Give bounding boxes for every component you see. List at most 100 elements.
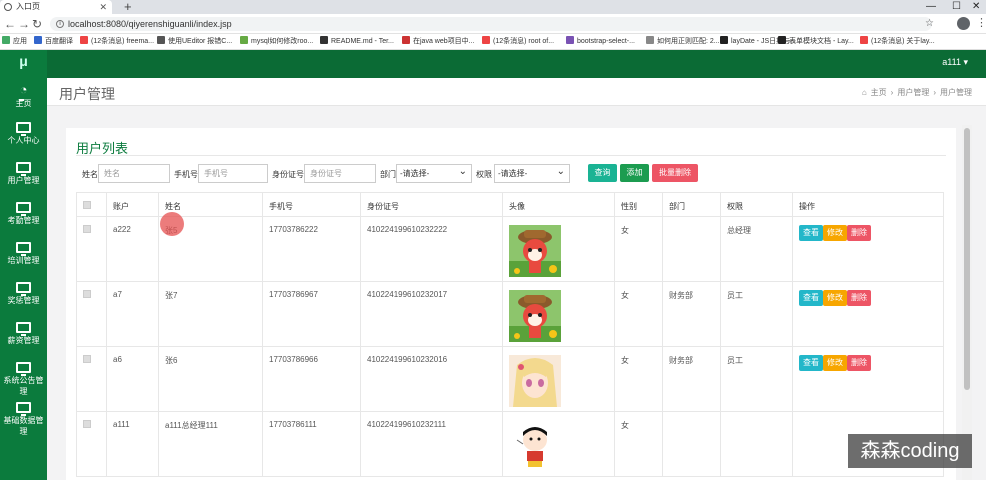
select-all-checkbox[interactable] xyxy=(83,201,91,209)
cell-idcard: 410224199610232111 xyxy=(367,420,446,429)
anime-girl-avatar xyxy=(509,355,561,407)
cell-name: 张7 xyxy=(165,291,178,300)
row-checkbox[interactable] xyxy=(83,355,91,363)
home-icon: ⌂ xyxy=(861,88,867,97)
sidebar-item[interactable]: 用户管理 xyxy=(0,162,47,186)
edit-button[interactable]: 修改 xyxy=(823,355,847,371)
batch-delete-button[interactable]: 批量删除 xyxy=(652,164,698,182)
bookmark-star-icon[interactable]: ☆ xyxy=(925,17,934,31)
bookmark-icon xyxy=(157,36,165,44)
row-actions: 查看 修改 删除 xyxy=(799,290,937,306)
table-cell: 张7 xyxy=(158,281,263,347)
bookmark-item[interactable]: README.md - Ter... xyxy=(320,34,394,49)
minimize-icon[interactable]: — xyxy=(926,0,936,14)
back-icon[interactable]: ← xyxy=(4,17,16,31)
delete-button[interactable]: 删除 xyxy=(847,355,871,371)
cell-phone: 17703786222 xyxy=(269,225,318,234)
bookmark-label: README.md - Ter... xyxy=(331,38,394,45)
cartoon-boy-avatar xyxy=(509,420,561,472)
phone-search-input[interactable]: 手机号 xyxy=(198,164,268,183)
table-cell: 410224199610232111 xyxy=(360,411,503,477)
bookmark-item[interactable]: 在java web项目中... xyxy=(402,34,474,49)
address-bar-row: ← → ↻ i localhost:8080/qiyerenshiguanli/… xyxy=(0,14,986,34)
bookmark-icon xyxy=(860,36,868,44)
bookmark-item[interactable]: (12条消息) freema... xyxy=(80,34,154,49)
bookmark-item[interactable]: 使用UEditor 报错C... xyxy=(157,34,232,49)
role-select[interactable]: -请选择- xyxy=(494,163,570,183)
cell-account: a6 xyxy=(113,355,122,364)
add-button[interactable]: 添加 xyxy=(620,164,649,182)
table-cell: 查看 修改 删除 xyxy=(792,346,944,412)
bookmark-item[interactable]: 表单模块文档 - Lay... xyxy=(778,34,854,49)
reload-icon[interactable]: ↻ xyxy=(32,17,42,31)
sidebar-item[interactable]: ◔ 主页 xyxy=(0,83,47,109)
page-title: 用户管理 xyxy=(59,86,115,102)
query-button[interactable]: 查询 xyxy=(588,164,617,182)
name-search-input[interactable]: 姓名 xyxy=(98,164,170,183)
cell-role: 总经理 xyxy=(727,226,751,235)
browser-menu-icon[interactable]: ⋮ xyxy=(976,16,986,29)
forward-icon[interactable]: → xyxy=(18,17,30,31)
sidebar-item-label: 系统公告管理 xyxy=(3,376,44,396)
edit-button[interactable]: 修改 xyxy=(823,290,847,306)
table-cell: 410224199610232016 xyxy=(360,346,503,412)
cell-idcard: 410224199610232222 xyxy=(367,225,448,234)
account-icon[interactable] xyxy=(957,17,970,30)
user-menu[interactable]: a111 ▾ xyxy=(942,57,968,68)
bookmark-item[interactable]: 百度翻译 xyxy=(34,34,73,49)
row-checkbox[interactable] xyxy=(83,290,91,298)
sidebar-item[interactable]: 奖惩管理 xyxy=(0,282,47,306)
sidebar-item[interactable]: 培训管理 xyxy=(0,242,47,266)
breadcrumb-item[interactable]: 用户管理 xyxy=(897,88,929,97)
new-tab-button[interactable]: + xyxy=(124,0,132,14)
close-tab-icon[interactable]: ✕ xyxy=(99,0,107,14)
bookmark-item[interactable]: 如何用正则匹配: 2... xyxy=(646,34,720,49)
row-checkbox[interactable] xyxy=(83,225,91,233)
sidebar-item[interactable]: 个人中心 xyxy=(0,122,47,146)
delete-button[interactable]: 删除 xyxy=(847,290,871,306)
view-button[interactable]: 查看 xyxy=(799,290,823,306)
bookmark-item[interactable]: (12条消息) root of... xyxy=(482,34,554,49)
cell-role: 员工 xyxy=(727,356,743,365)
scrollbar-thumb[interactable] xyxy=(964,128,970,390)
table-cell xyxy=(720,411,793,477)
view-button[interactable]: 查看 xyxy=(799,355,823,371)
sidebar-item[interactable]: 薪资管理 xyxy=(0,322,47,346)
sidebar-item[interactable]: 系统公告管理 xyxy=(0,362,47,397)
table-cell: 员工 xyxy=(720,281,793,347)
table-cell xyxy=(76,281,107,347)
bookmark-item[interactable]: (12条消息) 关于lay... xyxy=(860,34,935,49)
row-checkbox[interactable] xyxy=(83,420,91,428)
idcard-search-input[interactable]: 身份证号 xyxy=(304,164,376,183)
dept-select[interactable]: -请选择- xyxy=(396,163,472,183)
table-cell: 财务部 xyxy=(662,346,721,412)
browser-tab[interactable]: 入口页 ✕ xyxy=(0,0,112,14)
user-table: 账户 姓名 手机号 身份证号 头像 性别 部门 权限 操作 a222张51770… xyxy=(76,192,944,477)
table-cell: 张6 xyxy=(158,346,263,412)
cell-phone: 17703786967 xyxy=(269,290,318,299)
maximize-icon[interactable]: ☐ xyxy=(952,0,961,14)
info-icon[interactable]: i xyxy=(56,20,64,28)
cell-phone: 17703786966 xyxy=(269,355,318,364)
bookmark-item[interactable]: bootstrap-select-... xyxy=(566,34,635,49)
dashboard-icon: ◔ xyxy=(16,83,31,101)
bookmark-icon xyxy=(402,36,410,44)
fox-avatar xyxy=(509,225,561,277)
cell-gender: 女 xyxy=(621,226,629,235)
url-field[interactable]: i localhost:8080/qiyerenshiguanli/index.… xyxy=(50,17,934,31)
breadcrumb-home[interactable]: 主页 xyxy=(871,88,887,97)
globe-icon xyxy=(4,3,12,11)
logo: μ xyxy=(19,53,28,69)
sidebar-item[interactable]: 考勤管理 xyxy=(0,202,47,226)
delete-button[interactable]: 删除 xyxy=(847,225,871,241)
bookmark-item[interactable]: mysql如何修改roo... xyxy=(240,34,313,49)
close-window-icon[interactable]: ✕ xyxy=(972,0,980,14)
view-button[interactable]: 查看 xyxy=(799,225,823,241)
edit-button[interactable]: 修改 xyxy=(823,225,847,241)
sidebar-item[interactable]: 基础数据管理 xyxy=(0,402,47,437)
column-header: 部门 xyxy=(662,192,721,217)
role-label: 权限 xyxy=(476,170,492,179)
bookmark-item[interactable]: 应用 xyxy=(2,34,27,49)
url-text: localhost:8080/qiyerenshiguanli/index.js… xyxy=(68,19,232,29)
cell-gender: 女 xyxy=(621,421,629,430)
